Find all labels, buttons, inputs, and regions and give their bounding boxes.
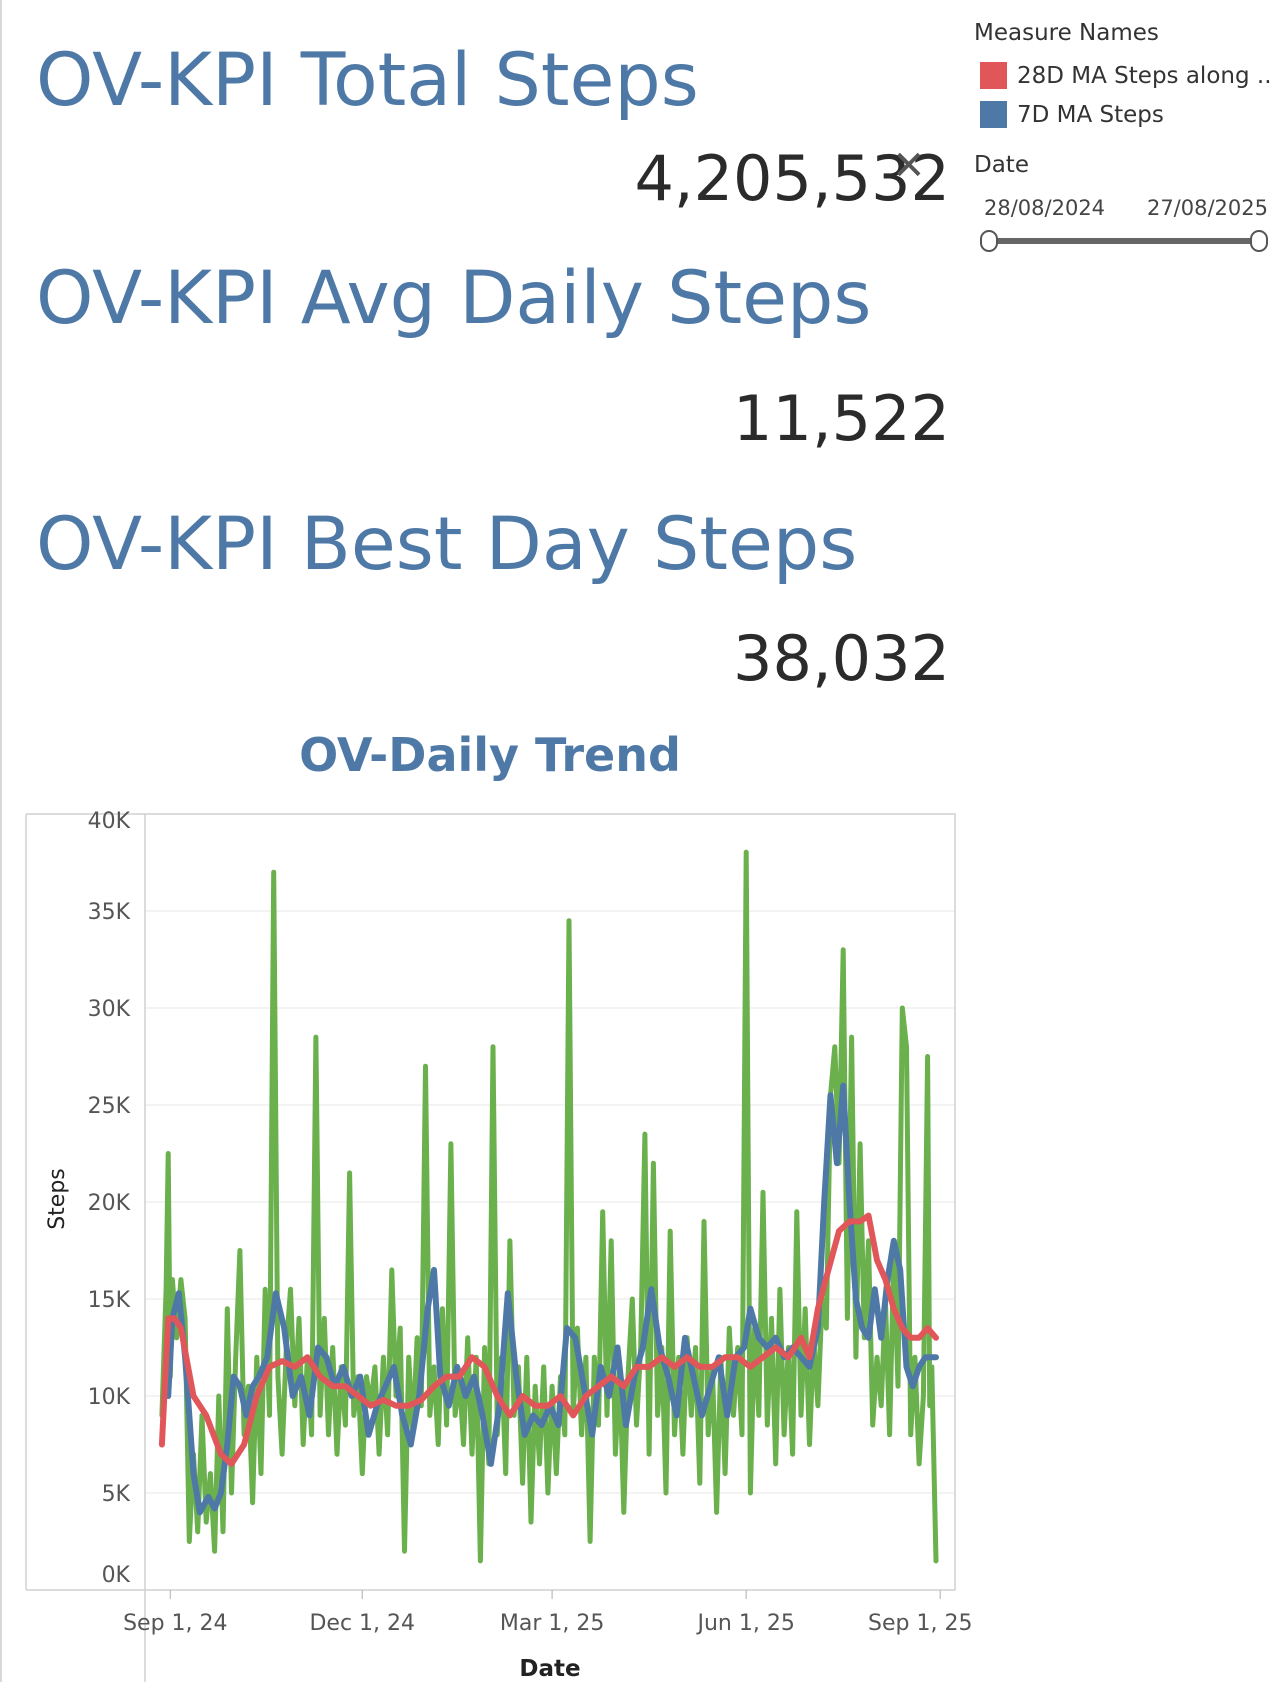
kpi-avg-daily-steps-title: OV-KPI Avg Daily Steps [36, 256, 872, 341]
x-axis-ticks: Sep 1, 24 Dec 1, 24 Mar 1, 25 Jun 1, 25 Sep … [123, 1590, 972, 1636]
y-tick-label: 40K [88, 809, 131, 834]
x-axis-label: Date [519, 1656, 580, 1682]
measure-names-legend: Measure Names 28D MA Steps along .. 7D M… [974, 20, 1274, 134]
x-tick-label: Jun 1, 25 [695, 1611, 794, 1636]
chart-lines [158, 849, 939, 1564]
legend-label-28d-ma: 28D MA Steps along .. [1017, 62, 1272, 89]
date-filter: Date 28/08/2024 27/08/2025 [974, 152, 1274, 256]
y-tick-label: 5K [102, 1482, 131, 1507]
slider-track [988, 238, 1260, 244]
kpi-total-steps-title: OV-KPI Total Steps [36, 38, 699, 123]
chart-title: OV-Daily Trend [299, 728, 681, 782]
legend-swatch-28d-ma [980, 62, 1007, 89]
chart-grid [145, 910, 955, 1494]
y-tick-label: 25K [88, 1094, 131, 1119]
date-filter-start: 28/08/2024 [984, 196, 1106, 220]
slider-end-handle[interactable] [1250, 230, 1268, 252]
legend-swatch-7d-ma [980, 101, 1007, 128]
close-icon[interactable]: ✕ [892, 146, 926, 186]
series-line-ma7 [165, 1082, 939, 1516]
kpi-best-day-steps-value: 38,032 [733, 622, 950, 695]
chart-frame [25, 813, 956, 1682]
date-filter-end: 27/08/2025 [1146, 196, 1268, 220]
kpi-avg-daily-steps-value: 11,522 [733, 382, 950, 455]
series-line-ma28 [158, 1212, 939, 1467]
y-tick-label: 30K [88, 997, 131, 1022]
legend-item-28d-ma[interactable]: 28D MA Steps along .. [974, 56, 1274, 95]
legend-title: Measure Names [974, 20, 1159, 46]
y-tick-label: 20K [88, 1191, 131, 1216]
date-filter-title: Date [974, 152, 1029, 178]
x-tick-label: Sep 1, 24 [123, 1611, 227, 1636]
y-tick-label: 15K [88, 1288, 131, 1313]
plot-area-border [144, 813, 956, 1591]
left-border [0, 0, 2, 1682]
x-tick-label: Sep 1, 25 [868, 1611, 972, 1636]
slider-start-handle[interactable] [980, 230, 998, 252]
date-range-slider[interactable] [974, 226, 1274, 256]
x-tick-label: Mar 1, 25 [500, 1611, 604, 1636]
y-axis-ticks: 0K 5K 10K 15K 20K 25K 30K 35K 40K [88, 809, 131, 1588]
kpi-best-day-steps-title: OV-KPI Best Day Steps [36, 502, 858, 587]
y-tick-label: 0K [102, 1563, 131, 1588]
y-axis-label: Steps [45, 1168, 70, 1230]
legend-item-7d-ma[interactable]: 7D MA Steps [974, 95, 1274, 134]
series-line-daily [159, 849, 939, 1564]
legend-label-7d-ma: 7D MA Steps [1017, 101, 1164, 128]
x-tick-label: Dec 1, 24 [309, 1611, 415, 1636]
y-tick-label: 10K [88, 1385, 131, 1410]
y-tick-label: 35K [88, 900, 131, 925]
